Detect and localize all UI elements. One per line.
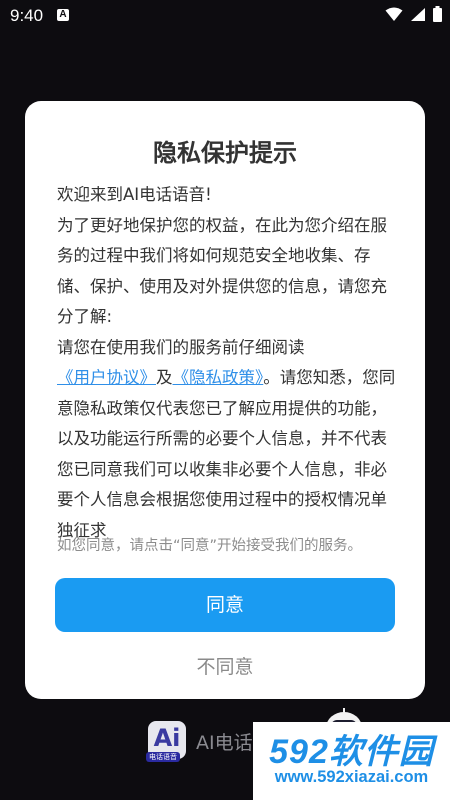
privacy-dialog: 隐私保护提示 欢迎来到AI电话语音! 为了更好地保护您的权益，在此为您介绍在服务… [25,101,425,699]
watermark-url: www.592xiazai.com [274,768,429,786]
dialog-title: 隐私保护提示 [153,139,297,167]
consent-hint: 如您同意，请点击“同意”开始接受我们的服务。 [57,538,363,554]
notification-a-icon: A [57,9,69,21]
app-logo-text: Ai [153,724,181,752]
intro-text: 为了更好地保护您的权益，在此为您介绍在服务的过程中我们将如何规范安全地收集、存储… [57,215,387,327]
conjunction-text: 及 [156,368,173,387]
app-logo-tag: 电话语音 [146,752,180,762]
privacy-policy-link[interactable]: 《隐私政策》 [173,368,264,387]
dialog-body: 欢迎来到AI电话语音! 为了更好地保护您的权益，在此为您介绍在服务的过程中我们将… [57,180,397,546]
policy-text: 请您在使用我们的服务前仔细阅读《用户协议》及《隐私政策》。请您知悉，您同意隐私政… [57,333,397,547]
agree-button[interactable]: 同意 [55,578,395,632]
app-name: AI电话 [196,732,253,754]
status-time: 9:40 [10,6,44,25]
watermark: 592软件园 www.592xiazai.com [253,722,450,800]
status-icons [385,6,442,22]
user-agreement-link[interactable]: 《用户协议》 [57,368,156,387]
wifi-icon [385,7,403,21]
policy-prefix: 请您在使用我们的服务前仔细阅读 [57,337,305,357]
battery-icon [433,6,442,22]
status-bar: 9:40 A [0,0,450,32]
policy-suffix: 。请您知悉，您同意隐私政策仅代表您已了解应用提供的功能，以及功能运行所需的必要个… [57,368,396,540]
signal-icon [411,7,425,21]
welcome-text: 欢迎来到AI电话语音! [57,185,212,204]
watermark-main: 592软件园 [269,733,434,771]
disagree-button[interactable]: 不同意 [55,646,395,688]
